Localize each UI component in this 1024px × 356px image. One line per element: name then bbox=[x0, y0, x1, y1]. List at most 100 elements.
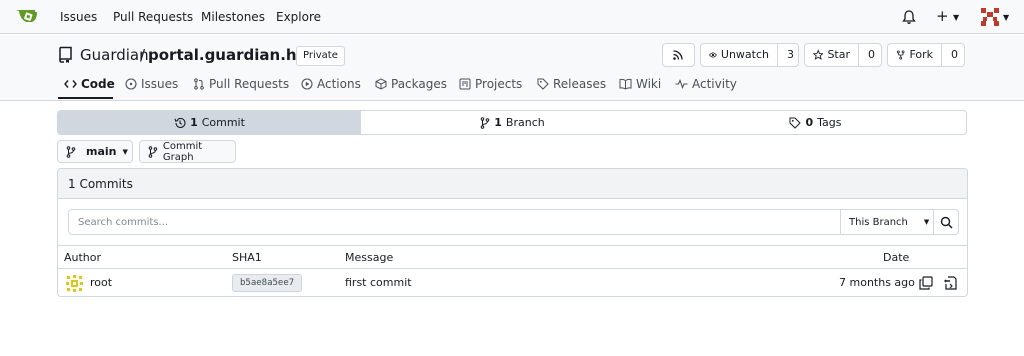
star-icon bbox=[813, 49, 824, 60]
commit-message[interactable]: first commit bbox=[345, 276, 412, 289]
repo-owner-link[interactable]: Guardian bbox=[80, 46, 149, 64]
tab-label: Code bbox=[81, 77, 115, 91]
private-badge: Private bbox=[296, 46, 345, 66]
code-icon bbox=[64, 80, 77, 88]
branches-stat-link[interactable]: 1 Branch bbox=[361, 111, 664, 134]
tab-label: Pull Requests bbox=[209, 77, 290, 91]
tags-count: 0 bbox=[805, 116, 814, 129]
tab-label: Releases bbox=[553, 77, 607, 91]
pull-request-icon bbox=[194, 78, 204, 90]
tags-stat-link[interactable]: 0 Tags bbox=[664, 111, 966, 134]
tab-label: Actions bbox=[317, 77, 361, 91]
tab-pull-requests[interactable]: Pull Requests bbox=[193, 77, 289, 91]
nav-issues[interactable]: Issues bbox=[60, 10, 97, 24]
commits-panel: 1 Commits This Branch ▼ Author SHA1 Mess… bbox=[57, 168, 968, 297]
bell-icon[interactable] bbox=[901, 9, 917, 25]
create-new-button[interactable]: + bbox=[936, 7, 949, 25]
search-scope-dropdown[interactable]: This Branch ▼ bbox=[840, 210, 933, 234]
search-button[interactable] bbox=[933, 210, 959, 234]
fork-label: Fork bbox=[909, 48, 933, 61]
column-date: Date bbox=[883, 251, 910, 264]
tab-releases[interactable]: Releases bbox=[537, 77, 606, 91]
commits-label: Commit bbox=[201, 116, 245, 129]
tab-label: Issues bbox=[141, 77, 179, 91]
star-button[interactable]: Star bbox=[805, 44, 858, 66]
branches-count: 1 bbox=[494, 116, 502, 129]
fork-button-group: Fork 0 bbox=[887, 43, 965, 67]
history-icon bbox=[174, 117, 186, 128]
tab-activity[interactable]: Activity bbox=[675, 77, 737, 91]
tab-actions[interactable]: Actions bbox=[301, 77, 361, 91]
avatar[interactable] bbox=[66, 275, 83, 292]
nav-pull-requests[interactable]: Pull Requests bbox=[113, 10, 193, 24]
branch-selector[interactable]: main ▼ bbox=[57, 140, 133, 163]
package-icon bbox=[375, 78, 387, 90]
star-count[interactable]: 0 bbox=[858, 44, 884, 66]
commit-graph-button[interactable]: Commit Graph bbox=[139, 140, 236, 163]
fork-button[interactable]: Fork bbox=[888, 44, 941, 66]
search-icon bbox=[940, 216, 953, 229]
gitea-logo-icon[interactable] bbox=[15, 7, 39, 27]
commits-title: 1 Commits bbox=[68, 177, 133, 191]
commits-stat-link[interactable]: 1 Commit bbox=[58, 111, 361, 134]
star-label: Star bbox=[827, 48, 850, 61]
chevron-down-icon: ▼ bbox=[122, 147, 128, 156]
book-icon bbox=[619, 78, 632, 90]
unwatch-label: Unwatch bbox=[720, 48, 769, 61]
tab-projects[interactable]: Projects bbox=[459, 77, 522, 91]
nav-explore[interactable]: Explore bbox=[276, 10, 321, 24]
branch-icon bbox=[66, 145, 76, 158]
copy-icon[interactable] bbox=[919, 276, 933, 290]
repo-path-separator: / bbox=[140, 46, 146, 64]
nav-milestones[interactable]: Milestones bbox=[201, 10, 265, 24]
tab-label: Activity bbox=[692, 77, 737, 91]
tab-packages[interactable]: Packages bbox=[375, 77, 447, 91]
watch-count[interactable]: 3 bbox=[777, 44, 803, 66]
search-scope-label: This Branch bbox=[849, 216, 908, 228]
current-branch: main bbox=[86, 145, 117, 158]
fork-icon bbox=[896, 50, 905, 60]
watch-button-group: Unwatch 3 bbox=[700, 43, 799, 67]
project-icon bbox=[459, 78, 471, 90]
eye-icon bbox=[709, 52, 717, 58]
tag-icon bbox=[537, 78, 549, 90]
rss-button[interactable] bbox=[662, 43, 695, 67]
rss-icon bbox=[673, 50, 683, 60]
user-avatar[interactable] bbox=[981, 8, 999, 26]
star-button-group: Star 0 bbox=[804, 43, 882, 67]
repo-name-link[interactable]: portal.guardian.htb bbox=[148, 46, 314, 64]
search-input[interactable] bbox=[69, 210, 839, 234]
branch-icon bbox=[148, 145, 158, 158]
commit-sha-link[interactable]: b5ae8a5ee7 bbox=[232, 274, 303, 292]
repo-stats-bar: 1 Commit 1 Branch 0 Tags bbox=[57, 110, 967, 135]
issue-icon bbox=[125, 78, 137, 90]
chevron-down-icon[interactable]: ▼ bbox=[953, 13, 959, 22]
column-message: Message bbox=[345, 251, 394, 264]
chevron-down-icon: ▼ bbox=[923, 218, 930, 226]
unwatch-button[interactable]: Unwatch bbox=[701, 44, 777, 66]
browse-files-icon[interactable] bbox=[943, 276, 957, 290]
commit-date: 7 months ago bbox=[839, 276, 915, 289]
table-row: root b5ae8a5ee7 first commit 7 months ag… bbox=[58, 269, 967, 296]
repo-header: Guardian / portal.guardian.htb Private U… bbox=[0, 35, 1024, 101]
repo-icon bbox=[59, 46, 72, 63]
commit-graph-label: Commit Graph bbox=[162, 140, 203, 163]
commits-count: 1 bbox=[190, 116, 198, 129]
pulse-icon bbox=[675, 78, 688, 90]
play-icon bbox=[301, 78, 313, 90]
tab-wiki[interactable]: Wiki bbox=[619, 77, 661, 91]
top-navbar: Issues Pull Requests Milestones Explore … bbox=[0, 0, 1024, 34]
commits-panel-header: 1 Commits bbox=[58, 169, 967, 199]
commit-search-bar: This Branch ▼ bbox=[68, 209, 959, 235]
tab-code[interactable]: Code bbox=[64, 77, 115, 91]
tag-icon bbox=[789, 117, 802, 129]
commits-table-header: Author SHA1 Message Date bbox=[58, 245, 967, 269]
tab-issues[interactable]: Issues bbox=[125, 77, 178, 91]
commit-author[interactable]: root bbox=[90, 276, 112, 289]
branches-label: Branch bbox=[505, 116, 545, 129]
fork-count[interactable]: 0 bbox=[941, 44, 967, 66]
column-author: Author bbox=[64, 251, 102, 264]
tab-label: Wiki bbox=[636, 77, 662, 91]
active-tab-indicator bbox=[58, 97, 113, 99]
chevron-down-icon[interactable]: ▼ bbox=[1003, 13, 1009, 22]
